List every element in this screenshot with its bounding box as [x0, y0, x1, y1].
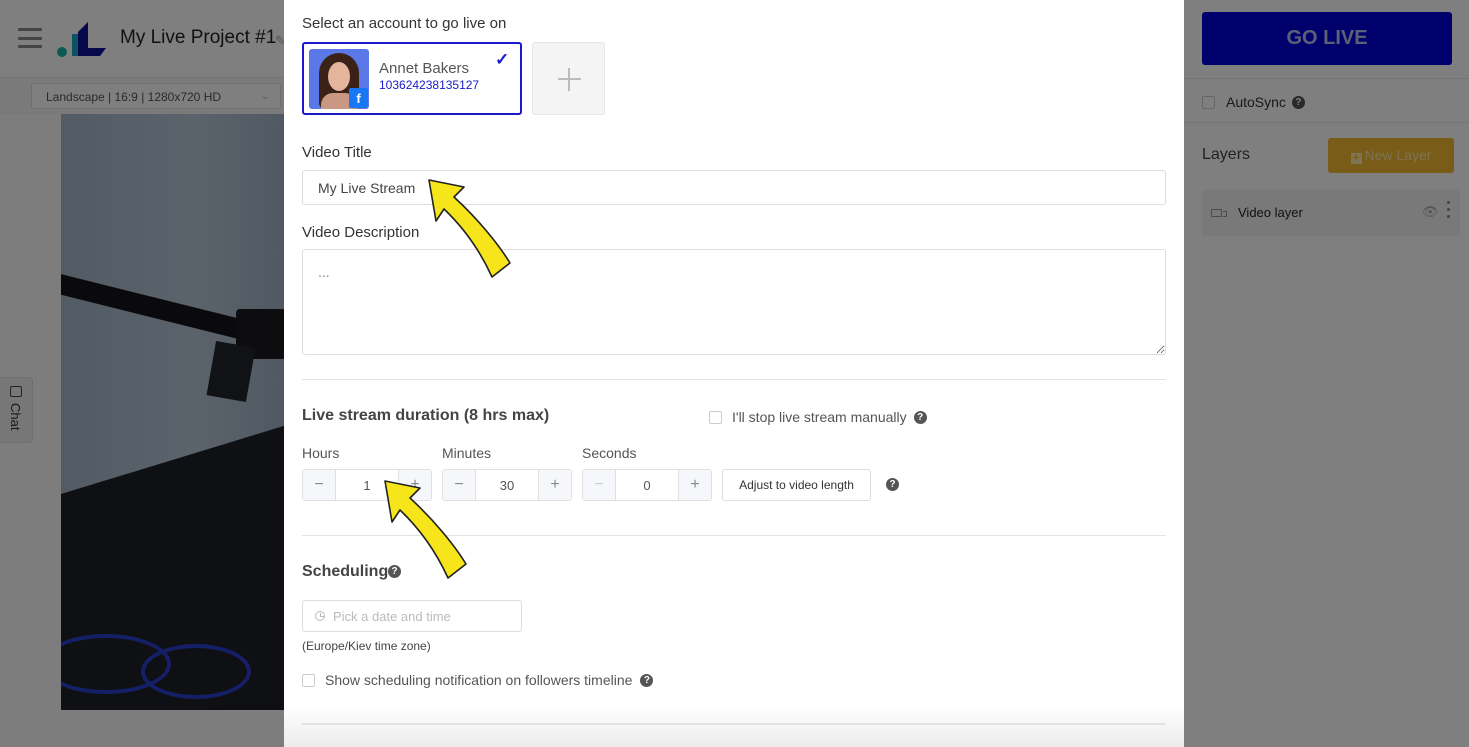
- video-title-label: Video Title: [302, 144, 372, 161]
- date-time-picker[interactable]: Pick a date and time: [302, 600, 522, 632]
- account-name: Annet Bakers: [379, 60, 470, 77]
- go-live-modal: Select an account to go live on f Annet …: [284, 0, 1184, 747]
- clock-icon: [315, 611, 325, 621]
- account-section-label: Select an account to go live on: [302, 15, 507, 32]
- hours-label: Hours: [302, 445, 340, 461]
- checkmark-icon: ✓: [495, 50, 510, 69]
- minutes-input[interactable]: [476, 470, 538, 500]
- timezone-note: (Europe/Kiev time zone): [302, 639, 431, 653]
- help-icon[interactable]: ?: [913, 410, 927, 424]
- account-id: 103624238135127: [379, 78, 480, 92]
- duration-title: Live stream duration (8 hrs max): [302, 407, 550, 424]
- seconds-decrement-button[interactable]: −: [583, 470, 616, 500]
- scheduling-title: Scheduling: [302, 563, 389, 580]
- help-icon[interactable]: ?: [886, 478, 899, 491]
- minutes-stepper: − +: [442, 469, 572, 501]
- date-time-placeholder: Pick a date and time: [333, 608, 451, 624]
- seconds-stepper: − +: [582, 469, 712, 501]
- divider: [302, 379, 1166, 380]
- scheduling-notification-option[interactable]: Show scheduling notification on follower…: [302, 672, 654, 688]
- facebook-icon: f: [349, 88, 368, 108]
- hours-input[interactable]: [336, 470, 398, 500]
- adjust-to-video-length-button[interactable]: Adjust to video length: [722, 469, 871, 501]
- manual-stop-checkbox[interactable]: [709, 410, 722, 424]
- hours-stepper: − +: [302, 469, 432, 501]
- scroll-fade: [284, 705, 1184, 747]
- video-title-input[interactable]: [302, 170, 1166, 205]
- hours-decrement-button[interactable]: −: [303, 470, 336, 500]
- add-account-button[interactable]: [532, 42, 605, 115]
- minutes-label: Minutes: [442, 445, 492, 461]
- seconds-label: Seconds: [582, 445, 637, 461]
- video-description-label: Video Description: [302, 224, 420, 241]
- seconds-input[interactable]: [616, 470, 678, 500]
- hours-increment-button[interactable]: +: [398, 470, 431, 500]
- scheduling-notification-checkbox[interactable]: [302, 673, 315, 687]
- account-card[interactable]: f Annet Bakers 103624238135127 ✓: [302, 42, 522, 115]
- minutes-decrement-button[interactable]: −: [443, 470, 476, 500]
- scheduling-notification-label: Show scheduling notification on follower…: [325, 672, 633, 688]
- manual-stop-option[interactable]: I'll stop live stream manually ?: [709, 409, 927, 425]
- help-icon[interactable]: ?: [388, 565, 401, 578]
- help-icon[interactable]: ?: [640, 673, 654, 687]
- divider: [302, 535, 1166, 536]
- seconds-increment-button[interactable]: +: [678, 470, 711, 500]
- video-description-input[interactable]: ...: [302, 249, 1166, 355]
- minutes-increment-button[interactable]: +: [538, 470, 571, 500]
- manual-stop-label: I'll stop live stream manually: [732, 409, 907, 425]
